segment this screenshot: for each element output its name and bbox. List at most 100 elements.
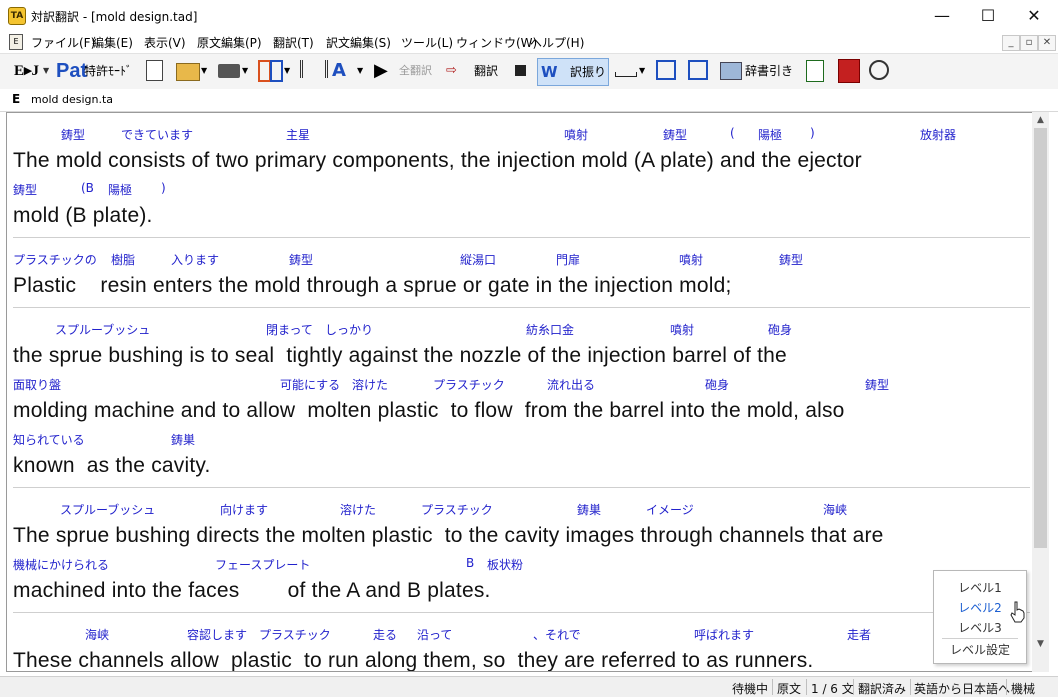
gloss: 面取り盤 <box>13 378 62 392</box>
gloss: プラスチック <box>421 503 493 517</box>
gloss: 海峡 <box>823 503 848 517</box>
sentence-divider <box>13 612 1030 613</box>
sentence-divider <box>13 237 1030 238</box>
gloss: 沿って <box>417 628 453 642</box>
document-icon[interactable]: E <box>9 34 23 50</box>
source-text[interactable]: The sprue bushing directs the molten pla… <box>13 524 884 548</box>
layout-right-icon[interactable] <box>270 60 283 82</box>
gloss: 走者 <box>847 628 872 642</box>
source-text[interactable]: molding machine and to allow molten plas… <box>13 399 845 423</box>
menu-source-edit[interactable]: 原文編集(P) <box>197 34 262 51</box>
dictionary-lookup-button[interactable]: 辞書引き <box>745 58 793 84</box>
word-break-toggle[interactable]: W 訳振り <box>537 58 609 86</box>
level-popup-menu: レベル1 レベル2 レベル3 レベル設定 <box>933 570 1027 664</box>
split-vertical-icon[interactable] <box>656 60 676 80</box>
english-marker: E <box>12 92 21 106</box>
menu-window[interactable]: ウィンドウ(W) <box>456 34 537 51</box>
status-divider <box>910 679 911 695</box>
gloss: 鋳型 <box>61 128 86 142</box>
status-sentence-count: 1 / 6 文 <box>811 682 854 696</box>
print-icon[interactable] <box>218 64 240 78</box>
status-bar: 待機中 原文 1 / 6 文 翻訳済み 英語から日本語へ 機械 <box>0 676 1058 697</box>
gloss: 呼ばれます <box>694 628 755 642</box>
font-dropdown-icon[interactable]: ▼ <box>357 58 363 84</box>
level-1-item[interactable]: レベル1 <box>934 579 1026 596</box>
scroll-down-arrow-icon[interactable]: ▼ <box>1032 636 1049 652</box>
patent-icon[interactable]: Pat <box>56 58 87 84</box>
sentence-divider <box>13 307 1030 308</box>
document-tab[interactable]: mold design.ta <box>31 93 113 106</box>
translate-button[interactable]: 翻訳 <box>474 58 498 84</box>
sentence-line: プラスチックの 樹脂 入ります 鋳型 縦湯口 門扉 噴射 鋳型 Plastic … <box>13 251 1030 306</box>
status-divider <box>1006 679 1007 695</box>
status-divider <box>772 679 773 695</box>
font-size-icon[interactable]: A <box>332 58 346 84</box>
sentence-line: 海峡 容認します プラスチック 走る 沿って 、それで 呼ばれます 走者 The… <box>13 626 1030 671</box>
split-horizontal-icon[interactable] <box>688 60 708 80</box>
mdi-restore-button[interactable]: ▫ <box>1020 35 1038 51</box>
source-text[interactable]: The mold consists of two primary compone… <box>13 149 862 173</box>
menu-edit[interactable]: 編集(E) <box>92 34 133 51</box>
sentence-line: 知られている 鋳巣 known as the cavity. <box>13 431 1030 486</box>
sentence-divider <box>13 487 1030 488</box>
patent-mode-button[interactable]: 特許ﾓｰﾄﾞ <box>84 58 132 84</box>
layout-dropdown-icon[interactable]: ▼ <box>284 58 290 84</box>
scrollbar-thumb[interactable] <box>1034 128 1047 548</box>
columns-icon[interactable] <box>300 60 328 78</box>
source-text[interactable]: the sprue bushing is to seal tightly aga… <box>13 344 787 368</box>
maximize-button[interactable]: ☐ <box>965 0 1011 31</box>
source-text[interactable]: machined into the faces of the A and B p… <box>13 579 491 603</box>
gloss: できています <box>121 128 194 142</box>
gloss: 門扉 <box>556 253 581 267</box>
play-icon[interactable]: ▶ <box>374 58 388 84</box>
gloss: 鋳型 <box>865 378 890 392</box>
document-tab-bar: E mold design.ta <box>0 89 1058 112</box>
source-text[interactable]: These channels allow plastic to run alon… <box>13 649 813 671</box>
new-document-icon[interactable] <box>146 60 163 81</box>
hand-cursor-icon <box>1010 601 1025 623</box>
menu-translate[interactable]: 翻訳(T) <box>273 34 314 51</box>
ej-dropdown-icon[interactable]: ▼ <box>43 58 49 84</box>
search-magnifier-icon[interactable] <box>869 60 889 80</box>
window-title: 対訳翻訳 - [mold design.tad] <box>31 10 198 24</box>
menu-file[interactable]: ファイル(F) <box>31 34 95 51</box>
menu-help[interactable]: ヘルプ(H) <box>530 34 584 51</box>
vertical-scrollbar[interactable]: ▲ ▼ <box>1032 112 1049 672</box>
gloss: スプルーブッシュ <box>60 503 156 517</box>
bilingual-editor[interactable]: 鋳型 できています 主星 噴射 鋳型 ( 陽極 ) 放射器 The mold c… <box>6 112 1033 672</box>
print-dropdown-icon[interactable]: ▼ <box>242 58 248 84</box>
stop-icon[interactable] <box>515 65 526 76</box>
gloss: 鋳型 <box>289 253 314 267</box>
sentence-line: 面取り盤 可能にする 溶けた プラスチック 流れ出る 砲身 鋳型 molding… <box>13 376 1030 431</box>
translate-arrow-icon[interactable]: ⇨ <box>446 58 457 84</box>
menu-view[interactable]: 表示(V) <box>144 34 186 51</box>
open-dropdown-icon[interactable]: ▼ <box>201 58 207 84</box>
gloss: 可能にする <box>280 378 341 392</box>
source-text[interactable]: Plastic resin enters the mold through a … <box>13 274 732 298</box>
menu-target-edit[interactable]: 訳文編集(S) <box>326 34 391 51</box>
menu-tools[interactable]: ツール(L) <box>401 34 453 51</box>
gloss: B <box>466 556 475 570</box>
close-button[interactable]: ✕ <box>1011 0 1057 31</box>
mdi-minimize-button[interactable]: _ <box>1002 35 1020 51</box>
open-folder-icon[interactable] <box>176 63 200 81</box>
mdi-close-button[interactable]: ✕ <box>1038 35 1056 51</box>
dictionary-icon[interactable] <box>720 62 742 80</box>
popup-divider <box>942 638 1018 639</box>
gloss: 陽極 <box>758 128 783 142</box>
notebook-icon[interactable] <box>806 60 824 82</box>
scroll-up-arrow-icon[interactable]: ▲ <box>1032 112 1049 128</box>
source-text[interactable]: mold (B plate). <box>13 204 153 228</box>
ex-dictionary-icon[interactable] <box>838 59 860 83</box>
level-settings-item[interactable]: レベル設定 <box>934 641 1026 658</box>
gloss: 放射器 <box>920 128 957 142</box>
ej-direction-button[interactable]: E▸J <box>14 58 39 84</box>
sentence-line: スプルーブッシュ 向けます 溶けた プラスチック 鋳巣 イメージ 海峡 The … <box>13 501 1030 556</box>
minimize-button[interactable]: — <box>919 0 965 31</box>
spacing-dropdown-icon[interactable]: ▼ <box>639 58 645 84</box>
spacing-icon[interactable] <box>615 72 637 77</box>
source-text[interactable]: known as the cavity. <box>13 454 211 478</box>
gloss: 噴射 <box>564 128 589 142</box>
gloss: 紡糸口金 <box>526 323 575 337</box>
translate-all-button[interactable]: 全翻訳 <box>399 58 432 84</box>
